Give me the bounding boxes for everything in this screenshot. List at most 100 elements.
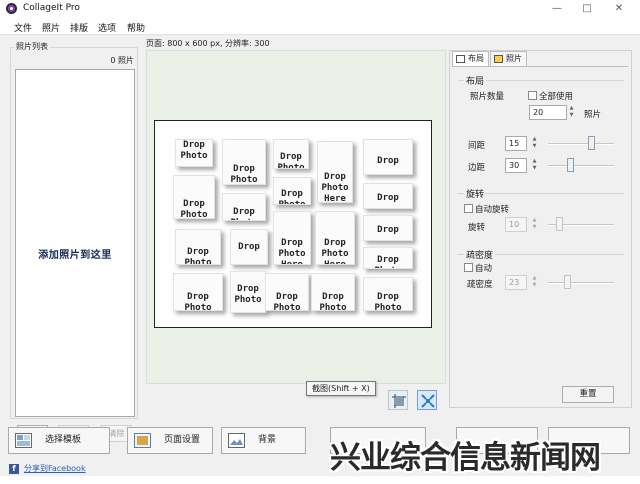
photo-slot[interactable]: DropPhoto: [222, 139, 266, 185]
menu-options[interactable]: 选项: [98, 21, 116, 34]
photo-tab-icon: [494, 55, 503, 63]
photo-slot-label: DropPhoto: [230, 207, 257, 220]
use-all-label: 全部使用: [539, 92, 574, 102]
tab-photo-label: 照片: [506, 54, 522, 63]
page-setup-button[interactable]: 页面设置: [127, 427, 213, 454]
spacing-input[interactable]: 15: [505, 136, 527, 151]
photo-list-dropzone[interactable]: 添加照片到这里: [15, 69, 135, 417]
photo-count-input[interactable]: 20: [529, 105, 567, 120]
sparsity-slider-thumb[interactable]: [564, 275, 571, 289]
facebook-share-link[interactable]: 分享到Facebook: [24, 463, 86, 474]
rotation-input[interactable]: 10: [505, 217, 527, 232]
photo-slot[interactable]: DropPhoto: [230, 271, 266, 313]
photo-slot-label: DropPhoto: [230, 164, 258, 185]
photo-slot[interactable]: Drop: [363, 183, 413, 209]
photo-list-panel: 照片列表 0 照片 添加照片到这里 添加 删除 清除: [8, 38, 140, 442]
margin-slider-track[interactable]: [548, 165, 614, 167]
page-info: 页面: 800 x 600 px, 分辨率: 300: [146, 39, 270, 48]
photo-count-stepper[interactable]: ▲ ▼: [567, 105, 576, 120]
photo-slot-label: DropPhoto: [277, 152, 305, 169]
photo-count: 0 照片: [110, 56, 134, 65]
photo-slot[interactable]: Drop: [363, 139, 413, 175]
spacing-slider-thumb[interactable]: [588, 136, 595, 150]
photo-slot[interactable]: Drop Photo Here: [273, 211, 311, 265]
tab-separator: [452, 66, 628, 67]
collage-canvas[interactable]: Drop Photo Drop Photo Drop Photo Drop Photo …: [154, 120, 432, 328]
photo-slot[interactable]: Drop Photo Here: [315, 211, 355, 265]
fit-view-icon-graphic: [421, 394, 435, 408]
app-window: CollageIt Pro — □ ✕ 文件 照片 排版 选项 帮助 照片列表 …: [0, 0, 640, 484]
photo-slot-label: DropPhoto: [234, 284, 262, 305]
photo-slot-label: Drop: [377, 225, 399, 235]
use-all-checkbox[interactable]: [528, 91, 537, 100]
menu-layout[interactable]: 排版: [70, 21, 88, 34]
photo-slot[interactable]: DropPhoto: [173, 273, 223, 311]
photo-slot[interactable]: DropPhoto: [363, 277, 413, 311]
rotation-stepper[interactable]: ▲ ▼: [530, 217, 539, 232]
photo-slot[interactable]: Drop Photo Here: [317, 141, 353, 203]
photo-slot-label: DropPhoto: [374, 292, 402, 311]
margin-input[interactable]: 30: [505, 158, 527, 173]
fit-view-icon[interactable]: [417, 390, 437, 410]
window-title: CollageIt Pro: [23, 3, 80, 13]
close-icon[interactable]: ✕: [610, 2, 628, 16]
auto-rotate-label: 自动旋转: [475, 205, 510, 215]
sparsity-section-title: 疏密度: [464, 248, 496, 261]
rotation-label: 旋转: [468, 223, 486, 233]
photo-slot[interactable]: Drop: [230, 229, 268, 265]
photo-slot[interactable]: DropPhoto: [273, 177, 311, 205]
photo-slot[interactable]: Drop: [363, 215, 413, 241]
spacing-label: 间距: [468, 141, 486, 151]
facebook-icon[interactable]: f: [9, 464, 19, 474]
title-bar: CollageIt Pro — □ ✕: [0, 0, 640, 19]
tab-layout-label: 布局: [468, 54, 484, 63]
menu-photo[interactable]: 照片: [42, 21, 60, 34]
photo-slot-label: Drop Photo Here: [278, 238, 306, 265]
background-button[interactable]: 背景: [221, 427, 306, 454]
minimize-icon[interactable]: —: [548, 2, 566, 16]
crop-icon[interactable]: [388, 390, 408, 410]
margin-label: 边距: [468, 163, 486, 173]
photo-slot-label: Drop: [238, 242, 260, 252]
add-photos-placeholder: 添加照片到这里: [38, 250, 112, 261]
margin-slider-thumb[interactable]: [567, 158, 574, 172]
menu-file[interactable]: 文件: [14, 21, 32, 34]
sparsity-stepper[interactable]: ▲ ▼: [530, 275, 539, 290]
tab-layout[interactable]: 布局: [452, 51, 489, 66]
screenshot-tooltip: 截图(Shift + X): [306, 381, 376, 396]
photo-list-title: 照片列表: [14, 41, 50, 52]
choose-template-button[interactable]: 选择模板: [8, 427, 110, 454]
photo-slot[interactable]: DropPhoto: [273, 139, 309, 169]
tab-photo[interactable]: 照片: [490, 51, 527, 66]
crop-icon-graphic: [392, 394, 406, 408]
photo-slot[interactable]: DropPhoto: [175, 229, 221, 265]
rotation-section-title: 旋转: [464, 187, 487, 200]
menu-help[interactable]: 帮助: [127, 21, 145, 34]
photo-unit-label: 照片: [584, 110, 602, 120]
auto-rotate-checkbox[interactable]: [464, 204, 473, 213]
auto-sparsity-label: 自动: [475, 264, 493, 274]
sparsity-slider-track[interactable]: [548, 282, 614, 284]
sparsity-input[interactable]: 23: [505, 275, 527, 290]
photo-slot-label: DropPhoto: [184, 292, 212, 311]
photo-slot-label: DropPhoto: [180, 199, 208, 219]
spacing-slider-track[interactable]: [548, 143, 614, 145]
photo-slot-label: DropPhoto: [374, 255, 401, 268]
margin-stepper[interactable]: ▲ ▼: [530, 158, 539, 173]
photo-slot[interactable]: DropPhoto: [363, 247, 413, 269]
photo-slot[interactable]: DropPhoto: [222, 193, 266, 221]
photo-slot-label: Drop: [377, 193, 399, 203]
rotation-slider-thumb[interactable]: [556, 217, 563, 231]
menu-bar: 文件 照片 排版 选项 帮助: [0, 19, 640, 35]
photo-slot[interactable]: DropPhoto: [173, 175, 215, 219]
reset-button[interactable]: 重置: [562, 386, 614, 403]
auto-sparsity-checkbox[interactable]: [464, 263, 473, 272]
template-icon: [15, 433, 32, 448]
photo-slot-label: DropPhoto: [319, 292, 347, 311]
spacing-stepper[interactable]: ▲ ▼: [530, 136, 539, 151]
photo-slot[interactable]: DropPhoto: [311, 273, 355, 311]
photo-slot-label: DropPhoto: [273, 292, 301, 311]
photo-slot[interactable]: DropPhoto: [175, 139, 213, 167]
maximize-icon[interactable]: □: [578, 2, 596, 16]
photo-slot[interactable]: DropPhoto: [265, 273, 309, 311]
